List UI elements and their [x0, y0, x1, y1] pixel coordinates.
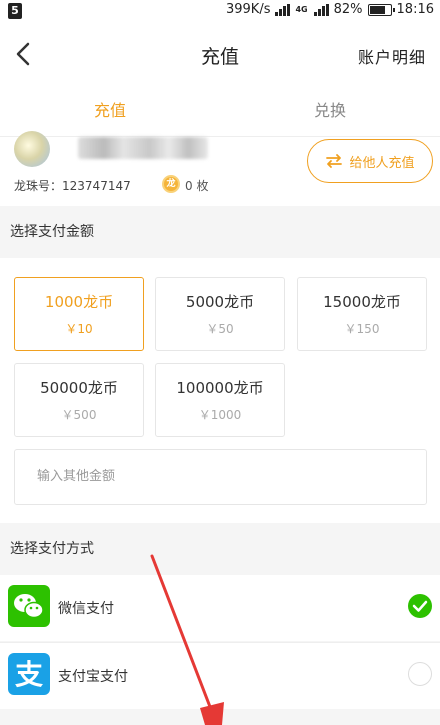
- amount-price: ￥50: [206, 322, 234, 336]
- amount-coins: 15000龙币: [323, 293, 401, 311]
- gift-recharge-button[interactable]: 给他人充值: [307, 139, 433, 183]
- signal-icon-2: [313, 3, 329, 16]
- amount-option-5000[interactable]: 5000龙币 ￥50: [155, 277, 285, 351]
- other-amount-input[interactable]: 输入其他金额: [14, 449, 427, 505]
- coin-icon: 龙: [162, 175, 180, 193]
- avatar: [14, 131, 50, 167]
- tab-bar: 充值 兑换: [0, 86, 440, 136]
- dragon-id-value: 123747147: [62, 179, 131, 193]
- nav-header: 充值 账户明细: [0, 22, 440, 86]
- pay-option-alipay[interactable]: 支 支付宝支付: [0, 643, 440, 709]
- wechat-icon: [8, 585, 50, 627]
- status-bar: 5 399K/s 4G 82% 18:16: [0, 0, 440, 22]
- radio-unchecked-icon[interactable]: [408, 662, 432, 686]
- amount-coins: 5000龙币: [185, 293, 255, 311]
- network-speed: 399K/s: [225, 2, 271, 17]
- amount-option-50000[interactable]: 50000龙币 ￥500: [14, 363, 144, 437]
- amount-price: ￥500: [61, 408, 97, 422]
- network-type: 4G: [295, 5, 308, 14]
- account-detail-link[interactable]: 账户明细: [358, 44, 426, 68]
- dragon-id-label: 龙珠号：: [14, 179, 63, 193]
- amount-price: ￥1000: [198, 408, 242, 422]
- gift-recharge-label: 给他人充值: [349, 155, 415, 171]
- pay-name-alipay: 支付宝支付: [58, 669, 128, 685]
- clock: 18:16: [396, 2, 434, 17]
- amount-option-1000[interactable]: 1000龙币 ￥10: [14, 277, 144, 351]
- tab-recharge[interactable]: 充值: [0, 86, 220, 136]
- battery-percent: 82%: [333, 2, 363, 17]
- user-card: 龙珠号：123747147 龙 0 枚 给他人充值: [0, 131, 440, 206]
- amount-coins: 1000龙币: [44, 293, 114, 311]
- pay-option-wechat[interactable]: 微信支付: [0, 575, 440, 641]
- recharge-screen: 5 399K/s 4G 82% 18:16 充值 账户明细 充值 兑换 龙珠号：…: [0, 0, 440, 725]
- blurred-username: [78, 137, 208, 159]
- amount-option-15000[interactable]: 15000龙币 ￥150: [297, 277, 427, 351]
- amount-options: 1000龙币 ￥10 5000龙币 ￥50 15000龙币 ￥150 50000…: [0, 258, 440, 523]
- signal-icon: [275, 3, 291, 16]
- tab-exchange[interactable]: 兑换: [220, 86, 440, 136]
- svg-text:支: 支: [15, 658, 43, 691]
- amount-coins: 50000龙币: [40, 379, 118, 397]
- amount-option-100000[interactable]: 100000龙币 ￥1000: [155, 363, 285, 437]
- notification-icon: 5: [8, 3, 22, 19]
- pay-name-wechat: 微信支付: [58, 601, 114, 617]
- check-icon[interactable]: [408, 594, 432, 618]
- swap-icon: [326, 154, 343, 168]
- alipay-icon: 支: [8, 653, 50, 695]
- amount-price: ￥150: [344, 322, 380, 336]
- coin-count: 0 枚: [185, 179, 209, 193]
- amount-section-title: 选择支付金额: [0, 207, 440, 257]
- amount-price: ￥10: [65, 322, 93, 336]
- amount-coins: 100000龙币: [176, 379, 264, 397]
- pay-section-title: 选择支付方式: [0, 524, 440, 574]
- dragon-id: 龙珠号：123747147: [14, 177, 131, 194]
- battery-icon: [367, 3, 395, 16]
